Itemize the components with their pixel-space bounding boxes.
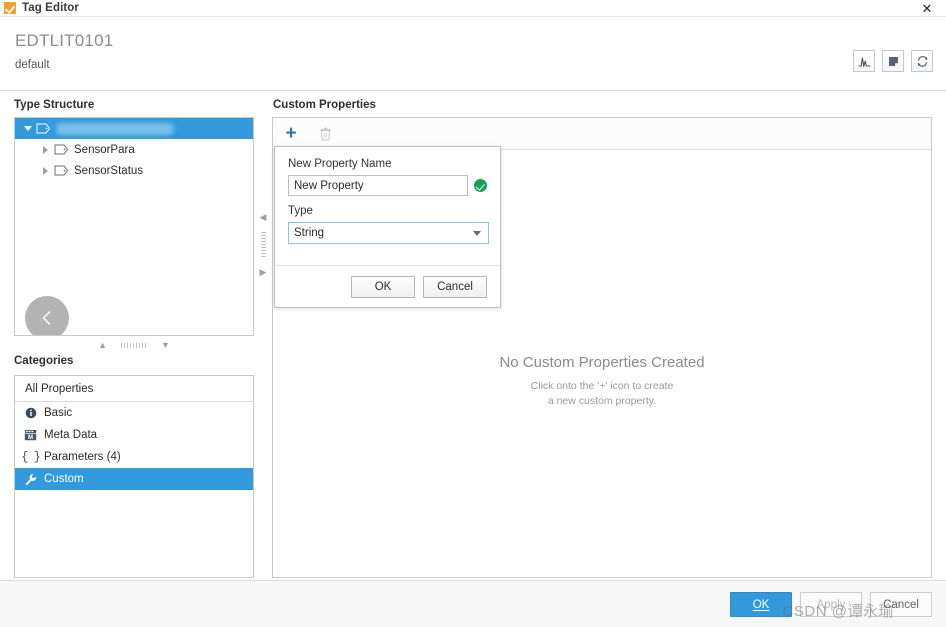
window-titlebar: Tag Editor ✕ <box>0 0 946 17</box>
vertical-splitter[interactable]: ◀ ▶ <box>258 117 268 372</box>
empty-state-hint: Click onto the '+' icon to create a new … <box>273 379 931 409</box>
category-item-parameters[interactable]: { } Parameters (4) <box>15 446 253 468</box>
page-title: EDTLIT0101 <box>15 31 114 50</box>
close-icon[interactable]: ✕ <box>916 0 938 17</box>
type-structure-label: Type Structure <box>14 99 95 111</box>
empty-state-hint-line1: Click onto the '+' icon to create <box>530 380 674 392</box>
categories-panel: All Properties Basic M Meta Data {} Par… <box>14 375 254 578</box>
tree-node-label: SensorStatus <box>74 164 144 177</box>
dialog-body: New Property Name Type String <box>275 147 500 244</box>
new-property-name-input[interactable] <box>288 175 468 196</box>
category-label: Parameters (4) <box>44 451 121 463</box>
note-icon[interactable] <box>882 50 904 72</box>
footer-bar: OK Apply Cancel CSDN @谭永瑜 <box>0 580 946 627</box>
chevron-right-icon[interactable] <box>39 164 52 177</box>
new-property-dialog: New Property Name Type String OK Cancel <box>274 146 501 308</box>
splitter-grip[interactable] <box>260 231 266 258</box>
tag-node-icon <box>36 123 51 134</box>
type-select[interactable]: String <box>288 222 489 244</box>
tree-node-sensorpara[interactable]: SensorPara <box>15 139 253 160</box>
tree-node-root[interactable] <box>15 118 253 139</box>
category-label: Basic <box>44 407 73 419</box>
empty-state-title: No Custom Properties Created <box>499 354 705 371</box>
category-label: Meta Data <box>44 429 98 441</box>
chevron-down-icon[interactable] <box>473 231 481 236</box>
type-structure-panel: SensorPara SensorStatus <box>14 117 254 336</box>
trend-chart-icon[interactable] <box>853 50 875 72</box>
header-bar: EDTLIT0101 default <box>0 17 946 91</box>
tree-node-sensorstatus[interactable]: SensorStatus <box>15 160 253 181</box>
chevron-up-icon[interactable]: ▲ <box>98 340 107 350</box>
back-circle-button[interactable] <box>25 296 69 335</box>
valid-check-icon <box>474 179 487 192</box>
tag-editor-icon <box>4 2 16 14</box>
info-icon <box>23 406 38 420</box>
window-title: Tag Editor <box>22 2 80 14</box>
svg-text:M: M <box>28 435 33 441</box>
ok-button-label: OK <box>752 598 770 611</box>
category-all-properties[interactable]: All Properties <box>15 376 253 402</box>
dialog-footer: OK Cancel <box>275 265 500 307</box>
footer-buttons: OK Apply Cancel <box>730 592 932 617</box>
refresh-icon[interactable] <box>911 50 933 72</box>
new-property-name-label: New Property Name <box>288 158 392 170</box>
ok-button[interactable]: OK <box>730 592 792 617</box>
tag-node-icon <box>54 165 69 176</box>
expand-right-icon[interactable]: ▶ <box>260 267 267 277</box>
tag-node-icon <box>54 144 69 155</box>
wrench-icon <box>23 472 38 486</box>
dialog-cancel-button[interactable]: Cancel <box>423 275 487 298</box>
splitter-grip[interactable] <box>121 342 147 348</box>
delete-property-icon <box>315 124 335 144</box>
category-label: Custom <box>44 473 84 485</box>
tree-node-root-label <box>56 122 174 135</box>
header-toolbar <box>853 50 933 72</box>
categories-label: Categories <box>14 355 74 367</box>
category-item-custom[interactable]: Custom <box>15 468 253 490</box>
database-icon: M <box>23 428 38 442</box>
chevron-down-icon[interactable] <box>21 122 34 135</box>
tree-node-label: SensorPara <box>74 143 135 156</box>
cancel-button[interactable]: Cancel <box>870 592 932 617</box>
collapse-left-icon[interactable]: ◀ <box>260 212 267 222</box>
horizontal-splitter[interactable]: ▲ ▼ <box>14 337 254 353</box>
apply-button[interactable]: Apply <box>800 592 862 617</box>
category-item-meta-data[interactable]: M Meta Data <box>15 424 253 446</box>
empty-state: No Custom Properties Created Click onto … <box>273 354 931 409</box>
type-select-value: String <box>294 227 325 239</box>
braces-icon: { } <box>21 450 41 464</box>
dialog-ok-button[interactable]: OK <box>351 275 415 298</box>
chevron-down-icon[interactable]: ▼ <box>161 340 170 350</box>
new-property-name-row <box>288 175 487 196</box>
page-subtitle: default <box>15 59 50 71</box>
chevron-right-icon[interactable] <box>39 143 52 156</box>
custom-properties-label: Custom Properties <box>273 99 376 111</box>
empty-state-hint-line2: a new custom property. <box>547 395 657 408</box>
category-item-basic[interactable]: Basic <box>15 402 253 424</box>
add-property-icon[interactable]: + <box>281 124 301 144</box>
type-label: Type <box>288 205 313 217</box>
